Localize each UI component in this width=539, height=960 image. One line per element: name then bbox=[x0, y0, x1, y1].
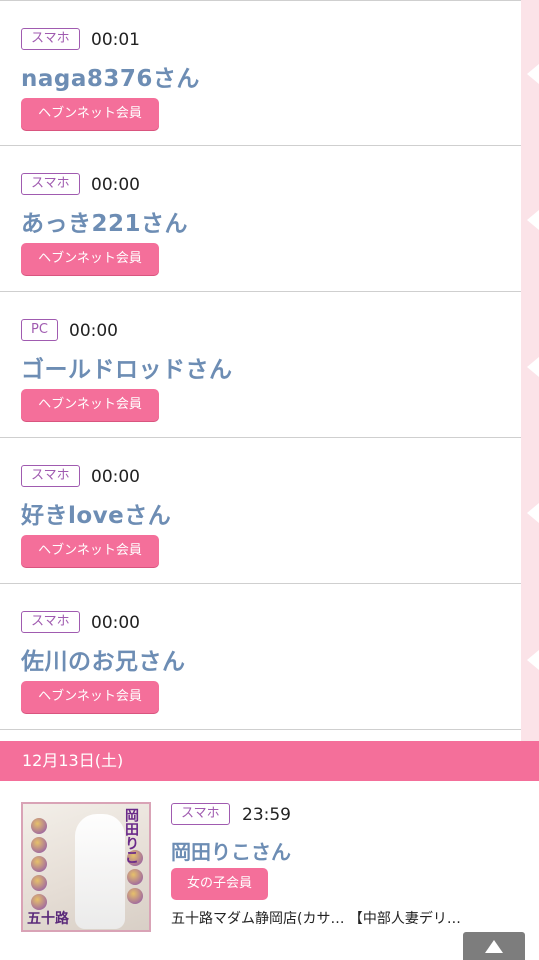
member-badge-button[interactable]: ヘブンネット会員 bbox=[21, 681, 159, 713]
member-badge-button[interactable]: ヘブンネット会員 bbox=[21, 243, 159, 275]
device-badge: スマホ bbox=[171, 803, 230, 825]
visitor-name[interactable]: 佐川のお兄さん bbox=[21, 642, 186, 676]
list-item-girl[interactable]: 岡田りこ 五十路 スマホ 23:59 岡田りこさん 女の子会員 五十路マダム静岡… bbox=[0, 781, 539, 960]
girl-member-badge-button[interactable]: 女の子会員 bbox=[171, 868, 268, 900]
device-badge: スマホ bbox=[21, 611, 80, 633]
badge-icons bbox=[29, 818, 59, 913]
shop-logo: 五十路 bbox=[27, 911, 69, 927]
list-item[interactable]: スマホ 00:01 naga8376さん ヘブンネット会員 bbox=[0, 0, 521, 146]
visit-time: 00:01 bbox=[91, 30, 140, 50]
visit-time: 00:00 bbox=[91, 467, 140, 487]
decorative-side-strip bbox=[521, 0, 539, 741]
date-header: 12月13日(土) bbox=[0, 741, 539, 781]
scroll-to-top-button[interactable] bbox=[463, 932, 525, 960]
thumb-name-label: 岡田りこ bbox=[123, 808, 139, 864]
profile-thumbnail[interactable]: 岡田りこ 五十路 bbox=[21, 802, 151, 932]
device-badge: スマホ bbox=[21, 28, 80, 50]
visitor-name[interactable]: 好きloveさん bbox=[21, 496, 171, 530]
shop-name[interactable]: 五十路マダム静岡店(カサ… 【中部人妻デリ… bbox=[171, 908, 521, 928]
list-item[interactable]: スマホ 00:00 好きloveさん ヘブンネット会員 bbox=[0, 438, 521, 584]
strip-notch-icon bbox=[527, 357, 539, 377]
visitor-name[interactable]: naga8376さん bbox=[21, 59, 200, 93]
strip-notch-icon bbox=[527, 503, 539, 523]
member-badge-button[interactable]: ヘブンネット会員 bbox=[21, 535, 159, 567]
girl-name[interactable]: 岡田りこさん bbox=[171, 836, 291, 865]
device-badge: PC bbox=[21, 319, 58, 341]
visit-time: 00:00 bbox=[69, 321, 118, 341]
arrow-up-icon bbox=[485, 940, 503, 953]
member-badge-button[interactable]: ヘブンネット会員 bbox=[21, 389, 159, 421]
member-badge-button[interactable]: ヘブンネット会員 bbox=[21, 98, 159, 130]
visitor-list: スマホ 00:01 naga8376さん ヘブンネット会員 スマホ 00:00 … bbox=[0, 0, 539, 730]
list-item[interactable]: スマホ 00:00 あっき221さん ヘブンネット会員 bbox=[0, 146, 521, 292]
visit-time: 00:00 bbox=[91, 613, 140, 633]
device-badge: スマホ bbox=[21, 173, 80, 195]
visitor-name[interactable]: あっき221さん bbox=[21, 204, 188, 238]
list-item[interactable]: スマホ 00:00 佐川のお兄さん ヘブンネット会員 bbox=[0, 584, 521, 730]
strip-notch-icon bbox=[527, 210, 539, 230]
strip-notch-icon bbox=[527, 64, 539, 84]
device-badge: スマホ bbox=[21, 465, 80, 487]
visit-time: 23:59 bbox=[242, 805, 291, 825]
visitor-name[interactable]: ゴールドロッドさん bbox=[21, 350, 233, 384]
portrait-figure bbox=[75, 814, 125, 929]
strip-notch-icon bbox=[527, 650, 539, 670]
list-item[interactable]: PC 00:00 ゴールドロッドさん ヘブンネット会員 bbox=[0, 292, 521, 438]
visit-time: 00:00 bbox=[91, 175, 140, 195]
